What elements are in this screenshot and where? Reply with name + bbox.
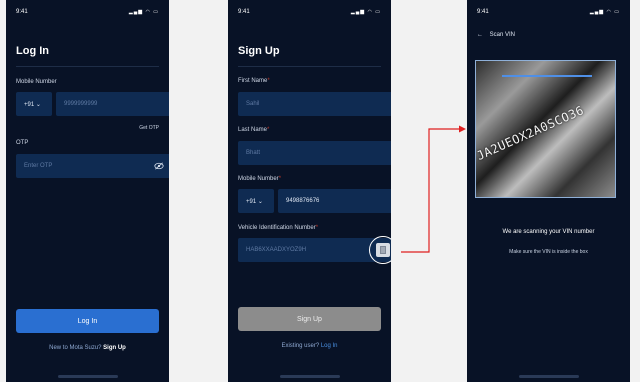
- signup-button[interactable]: Sign Up: [238, 307, 381, 331]
- scan-hint: Make sure the VIN is inside the box: [509, 249, 588, 255]
- last-name-label-text: Last Name: [238, 127, 268, 133]
- status-time: 9:41: [477, 9, 489, 15]
- login-screen: 9:41 ▂▄▆ ◠ ▭ Log In Mobile Number +91 ⌄ …: [6, 0, 169, 382]
- mobile-number-input[interactable]: 9999999999: [56, 92, 169, 116]
- status-bar: 9:41 ▂▄▆ ◠ ▭: [238, 9, 381, 19]
- status-time: 9:41: [16, 9, 28, 15]
- first-name-placeholder: Sahil: [246, 101, 260, 107]
- home-indicator: [518, 375, 579, 378]
- country-code-select[interactable]: +91 ⌄: [16, 92, 52, 116]
- signup-screen: 9:41 ▂▄▆ ◠ ▭ Sign Up First Name* Sahil L…: [228, 0, 391, 382]
- otp-placeholder: Enter OTP: [24, 163, 53, 169]
- vin-label-text: Vehicle Identification Number: [238, 225, 316, 231]
- scan-line: [502, 75, 592, 77]
- mobile-number-label: Mobile Number*: [238, 176, 282, 182]
- home-indicator: [57, 375, 118, 378]
- back-arrow-icon[interactable]: ←: [477, 32, 483, 38]
- first-name-label: First Name*: [238, 78, 270, 84]
- title-divider: [238, 66, 381, 67]
- login-prompt: Existing user? Log In: [228, 343, 391, 349]
- status-bar: 9:41 ▂▄▆ ◠ ▭: [477, 9, 620, 19]
- last-name-input[interactable]: Bhatt: [238, 141, 391, 165]
- status-icons: ▂▄▆ ◠ ▭: [589, 9, 620, 15]
- status-time: 9:41: [238, 9, 250, 15]
- vin-placeholder: HAB6XXAADXYOZ9H: [246, 247, 307, 253]
- country-code-select[interactable]: +91 ⌄: [238, 189, 274, 213]
- signup-prompt: New to Mota Suzu? Sign Up: [6, 345, 169, 351]
- eye-off-icon[interactable]: [154, 162, 164, 170]
- mobile-number-placeholder: 9999999999: [64, 101, 98, 107]
- last-name-label: Last Name*: [238, 127, 270, 133]
- otp-input[interactable]: Enter OTP: [16, 154, 169, 178]
- get-otp-link[interactable]: Get OTP: [139, 125, 159, 131]
- first-name-label-text: First Name: [238, 78, 268, 84]
- login-prompt-text: Existing user?: [281, 343, 320, 349]
- vin-plate-text: JA2UEOX2A0SCO36: [475, 103, 587, 163]
- camera-viewfinder: JA2UEOX2A0SCO36: [475, 60, 616, 198]
- otp-label: OTP: [16, 140, 29, 146]
- last-name-placeholder: Bhatt: [246, 150, 261, 156]
- mobile-number-label-text: Mobile Number: [238, 176, 279, 182]
- status-icons: ▂▄▆ ◠ ▭: [350, 9, 381, 15]
- scan-header: ← Scan VIN: [477, 32, 515, 38]
- signup-link[interactable]: Sign Up: [103, 345, 126, 351]
- signup-prompt-text: New to Mota Suzu?: [49, 345, 102, 351]
- status-icons: ▂▄▆ ◠ ▭: [128, 9, 159, 15]
- home-indicator: [279, 375, 340, 378]
- scan-title: Scan VIN: [489, 32, 516, 38]
- scan-vin-screen: 9:41 ▂▄▆ ◠ ▭ ← Scan VIN JA2UEOX2A0SCO36 …: [467, 0, 630, 382]
- status-bar: 9:41 ▂▄▆ ◠ ▭: [16, 9, 159, 19]
- first-name-input[interactable]: Sahil: [238, 92, 391, 116]
- page-title: Sign Up: [238, 45, 280, 57]
- vin-label: Vehicle Identification Number*: [238, 225, 319, 231]
- country-code-value: +91 ⌄: [246, 198, 263, 205]
- login-link[interactable]: Log In: [321, 343, 338, 349]
- country-code-value: +91 ⌄: [24, 101, 41, 108]
- mobile-number-label: Mobile Number: [16, 79, 57, 85]
- scan-button-highlight: [369, 236, 391, 264]
- scanning-status: We are scanning your VIN number: [502, 229, 595, 235]
- mobile-number-value: 9498876676: [286, 198, 320, 204]
- mobile-number-input[interactable]: 9498876676: [278, 189, 391, 213]
- title-divider: [16, 66, 159, 67]
- login-button[interactable]: Log In: [16, 309, 159, 333]
- page-title: Log In: [16, 45, 49, 57]
